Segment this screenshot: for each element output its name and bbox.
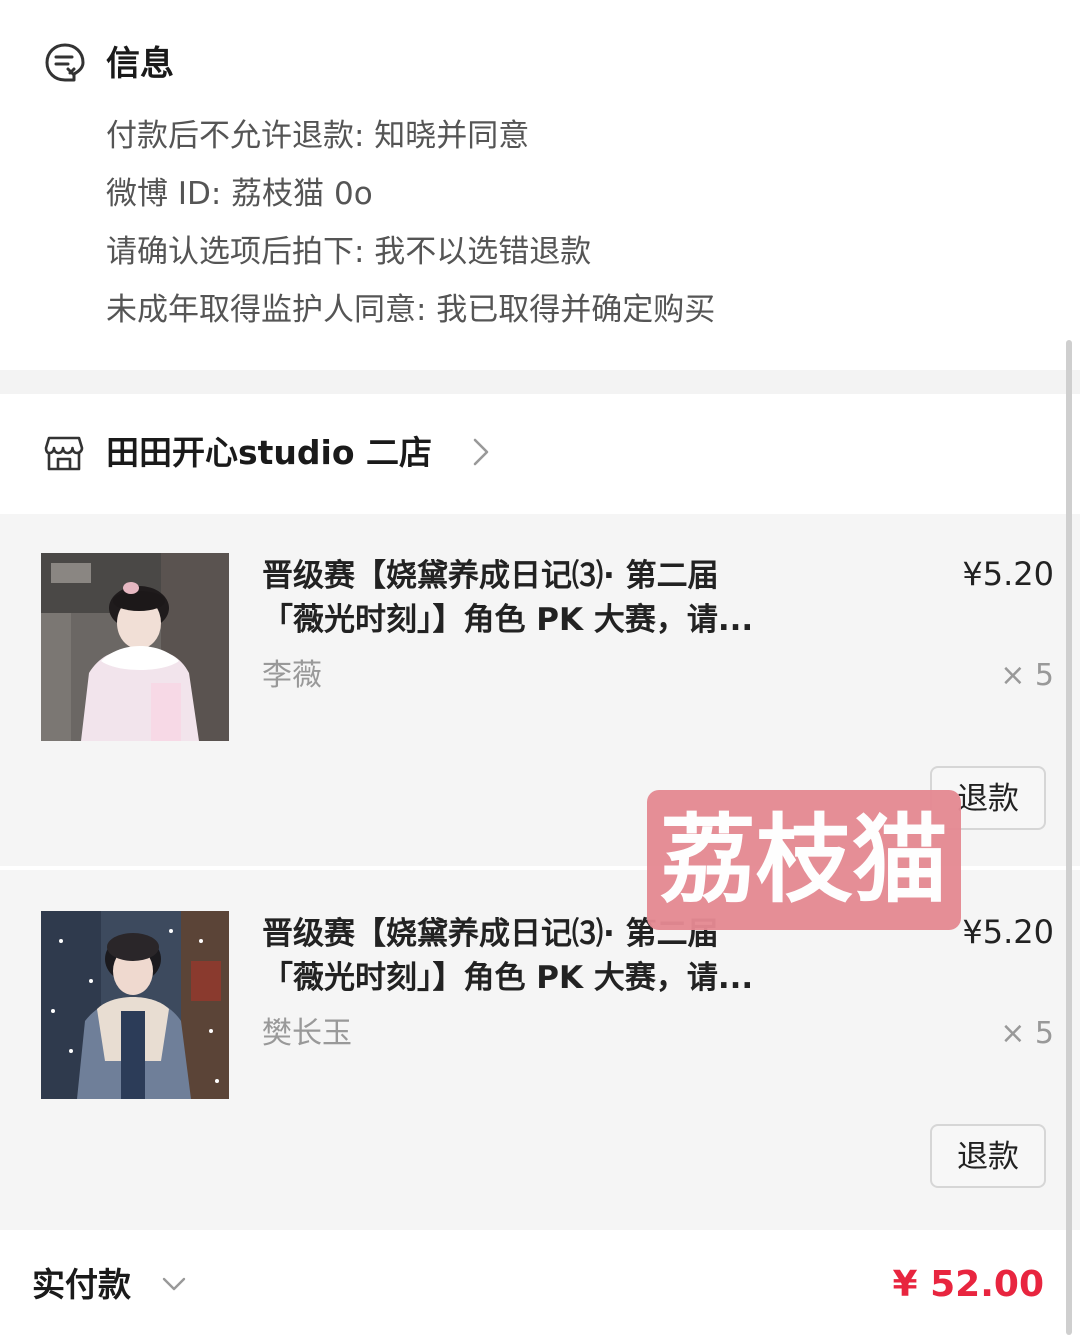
product-title-line2: 「薇光时刻」】角色 PK 大赛，请... (262, 960, 754, 996)
info-section: 信息 付款后不允许退款: 知晓并同意 微博 ID: 荔枝猫 0o 请确认选项后拍… (0, 0, 1080, 370)
scrollbar[interactable] (1066, 340, 1072, 1335)
shop-name[interactable]: 田田开心studio 二店 (106, 430, 432, 476)
item-price: ¥5.20 (962, 555, 1054, 593)
paid-amount-value: ¥ 52.00 (892, 1264, 1044, 1305)
product-image-1 (41, 553, 229, 741)
product-thumbnail[interactable] (41, 911, 229, 1099)
info-line-weibo-id: 微博 ID: 荔枝猫 0o (106, 176, 373, 212)
product-title-line2: 「薇光时刻」】角色 PK 大赛，请... (262, 602, 754, 638)
item-quantity: × 5 (1000, 658, 1054, 693)
item-price: ¥5.20 (962, 913, 1054, 951)
section-gap (0, 370, 1080, 394)
product-title-line1: 晋级赛【娆黛养成日记⑶· 第二届 (262, 558, 719, 594)
paid-amount-label[interactable]: 实付款 (32, 1262, 131, 1308)
item-quantity: × 5 (1000, 1016, 1054, 1051)
message-list-icon (45, 43, 85, 82)
item-variant: 樊长玉 (262, 1016, 352, 1051)
chevron-right-icon[interactable] (470, 436, 492, 468)
info-line-refund-policy: 付款后不允许退款: 知晓并同意 (106, 118, 530, 154)
store-icon (44, 436, 84, 471)
product-image-2 (41, 911, 229, 1099)
chevron-down-icon[interactable] (160, 1274, 188, 1294)
info-line-guardian-consent: 未成年取得监护人同意: 我已取得并确定购买 (106, 292, 716, 328)
product-thumbnail[interactable] (41, 553, 229, 741)
product-title[interactable]: 晋级赛【娆黛养成日记⑶· 第二届 「薇光时刻」】角色 PK 大赛，请... (262, 554, 782, 642)
info-line-confirm-option: 请确认选项后拍下: 我不以选错退款 (106, 234, 592, 270)
refund-button[interactable]: 退款 (930, 1124, 1046, 1188)
shop-header[interactable]: 田田开心studio 二店 (0, 394, 1080, 514)
watermark-label: 荔枝猫 (647, 790, 961, 930)
info-title: 信息 (106, 44, 174, 84)
payment-footer: 实付款 ¥ 52.00 (0, 1230, 1080, 1335)
item-variant: 李薇 (262, 658, 322, 693)
